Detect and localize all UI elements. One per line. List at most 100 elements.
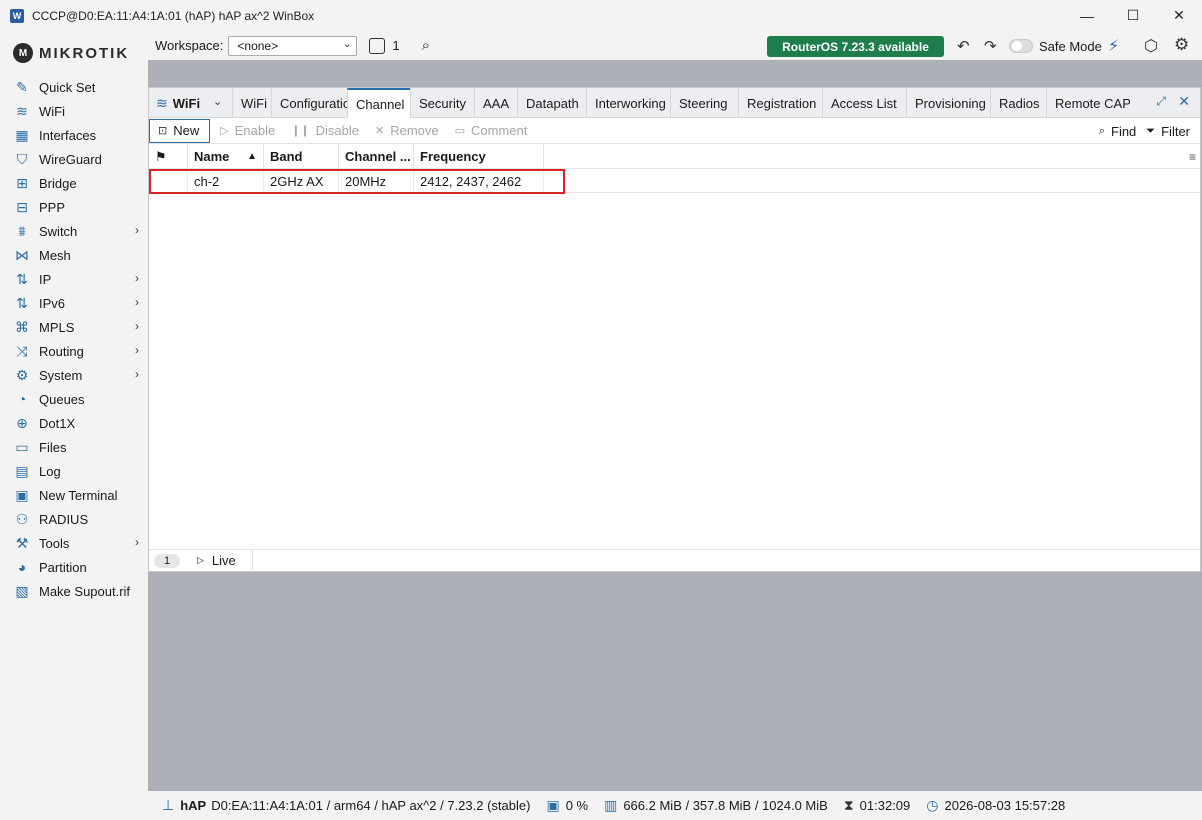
sidebar-item-partition[interactable]: ◕ Partition: [0, 555, 148, 579]
tab-security[interactable]: Security: [410, 88, 474, 118]
flag-column-header[interactable]: ⚑: [149, 144, 188, 169]
sidebar-item-label: Log: [39, 463, 61, 479]
ipv6-icon: ⇅: [16, 294, 28, 311]
sidebar-item-queues[interactable]: ◔ Queues: [0, 387, 148, 411]
search-icon[interactable]: ⌕: [422, 37, 430, 54]
sidebar-item-mpls[interactable]: ⌘ MPLS ›: [0, 315, 148, 339]
tab-access-list[interactable]: Access List: [822, 88, 906, 118]
sidebar-item-interfaces[interactable]: ▦ Interfaces: [0, 123, 148, 147]
sidebar-item-dot1x[interactable]: ⊕ Dot1X: [0, 411, 148, 435]
filter-button[interactable]: ⏷ Filter: [1146, 124, 1190, 139]
tab-remote-cap[interactable]: Remote CAP: [1046, 88, 1130, 118]
sidebar-item-routing[interactable]: ⤨ Routing ›: [0, 339, 148, 363]
table-status-line: 1 ▷ Live: [149, 549, 1200, 572]
workspace-label: Workspace:: [155, 38, 224, 53]
tab-aaa[interactable]: AAA: [474, 88, 517, 118]
row-count-badge: 1: [154, 553, 180, 568]
sidebar-item-wifi[interactable]: ≋ WiFi: [0, 99, 148, 123]
frequency-column-header[interactable]: Frequency: [414, 144, 544, 169]
folder-icon: ▭: [15, 438, 29, 455]
sidebar-item-radius[interactable]: ⚇ RADIUS: [0, 507, 148, 531]
settings-gear-icon[interactable]: ⚙: [1174, 35, 1189, 55]
uptime-info: ⧗ 01:32:09: [843, 797, 911, 813]
pause-icon: ❙❙: [291, 125, 310, 137]
chevron-down-icon: ⌄: [343, 38, 352, 50]
wifi-tabs: WiFiConfigurationChannelSecurityAAADatap…: [232, 88, 1130, 118]
workspace-select[interactable]: <none> ⌄: [228, 35, 358, 56]
tab-dropdown-chevron-icon[interactable]: ⌄: [213, 95, 222, 108]
tab-steering[interactable]: Steering: [670, 88, 738, 118]
new-button[interactable]: ⊡ New: [149, 118, 211, 143]
undo-icon[interactable]: ↶: [957, 37, 970, 55]
sidebar-item-wireguard[interactable]: ⛉ WireGuard: [0, 147, 148, 171]
safe-mode-toggle[interactable]: [1009, 39, 1033, 53]
window-close-icon[interactable]: ✕: [1178, 93, 1190, 110]
memory-icon: ▥: [604, 797, 618, 813]
shield-icon: ⛉: [16, 150, 28, 167]
sidebar-item-new-terminal[interactable]: ▣ New Terminal: [0, 483, 148, 507]
sidebar-item-ip[interactable]: ⇅ IP ›: [0, 267, 148, 291]
comment-icon: ▭: [454, 125, 466, 137]
interfaces-icon: ▦: [15, 126, 29, 143]
enable-button[interactable]: ▷ Enable: [220, 123, 275, 138]
tab-registration[interactable]: Registration: [738, 88, 822, 118]
tab-datapath[interactable]: Datapath: [517, 88, 586, 118]
sidebar-item-make-supout-rif[interactable]: ▧ Make Supout.rif: [0, 579, 148, 603]
sidebar-item-switch[interactable]: ⩩ Switch ›: [0, 219, 148, 243]
package-icon[interactable]: ⬡: [1144, 36, 1158, 56]
mikrotik-logo-icon: M: [13, 43, 33, 63]
find-search-icon: ⌕: [1098, 124, 1105, 137]
sidebar-item-label: IPv6: [39, 295, 66, 311]
column-menu-icon[interactable]: ≡: [1189, 150, 1196, 164]
window-title: CCCP@D0:EA:11:A4:1A:01 (hAP) hAP ax^2 Wi…: [32, 8, 315, 23]
redo-icon[interactable]: ↷: [984, 37, 997, 55]
sidebar-item-label: System: [39, 367, 83, 383]
sidebar-item-log[interactable]: ▤ Log: [0, 459, 148, 483]
hourglass-icon: ⧗: [843, 797, 854, 813]
tab-provisioning[interactable]: Provisioning: [906, 88, 990, 118]
mikrotik-logo: M MIKROTIK: [13, 43, 129, 63]
ip-icon: ⇅: [16, 270, 28, 287]
sidebar-item-bridge[interactable]: ⊞ Bridge: [0, 171, 148, 195]
maximize-icon[interactable]: ☐: [1110, 0, 1156, 31]
sidebar-item-tools[interactable]: ⚒ Tools ›: [0, 531, 148, 555]
gear-icon: ⚙: [15, 366, 29, 383]
tab-configuration[interactable]: Configuration: [271, 88, 347, 118]
sidebar-item-label: Files: [39, 439, 67, 455]
sidebar-item-quick-set[interactable]: ✎ Quick Set: [0, 75, 148, 99]
wand-icon: ✎: [16, 78, 28, 95]
sidebar-item-label: Routing: [39, 343, 84, 359]
top-toolbar: Workspace: <none> ⌄ 1 ⌕ RouterOS 7.23.3 …: [148, 31, 1202, 60]
sidebar-item-system[interactable]: ⚙ System ›: [0, 363, 148, 387]
chevron-right-icon: ›: [135, 535, 139, 549]
tab-channel[interactable]: Channel: [347, 88, 410, 118]
update-available-button[interactable]: RouterOS 7.23.3 available: [767, 36, 944, 57]
channel-column-header[interactable]: Channel ...: [339, 144, 414, 169]
disable-button[interactable]: ❙❙ Disable: [291, 123, 359, 138]
sidebar-item-label: Bridge: [39, 175, 77, 191]
sidebar-item-files[interactable]: ▭ Files: [0, 435, 148, 459]
tab-radios[interactable]: Radios: [990, 88, 1046, 118]
name-column-header[interactable]: Name ▲: [188, 144, 264, 169]
workspace-value: <none>: [237, 38, 279, 53]
remove-button[interactable]: ✕ Remove: [375, 123, 439, 138]
sidebar-item-ppp[interactable]: ⊟ PPP: [0, 195, 148, 219]
band-column-header[interactable]: Band: [264, 144, 339, 169]
chevron-right-icon: ›: [135, 271, 139, 285]
window-maximize-icon[interactable]: ⤢: [1156, 94, 1166, 109]
sidebar-item-ipv6[interactable]: ⇅ IPv6 ›: [0, 291, 148, 315]
new-icon: ⊡: [158, 125, 168, 137]
live-button[interactable]: ▷ Live: [197, 553, 236, 568]
tab-wifi[interactable]: WiFi: [232, 88, 271, 118]
right-actions: ⌕ Find ⏷ Filter: [1099, 118, 1200, 144]
sidebar-item-label: Switch: [39, 223, 78, 239]
tab-interworking[interactable]: Interworking: [586, 88, 670, 118]
close-icon[interactable]: ✕: [1156, 0, 1202, 31]
minimize-icon[interactable]: —: [1064, 0, 1110, 31]
windows-icon[interactable]: [369, 37, 386, 54]
chevron-right-icon: ›: [135, 343, 139, 357]
find-button[interactable]: ⌕ Find: [1099, 124, 1136, 139]
comment-button[interactable]: ▭ Comment: [455, 123, 528, 138]
capsman-icon[interactable]: ⚡: [1108, 36, 1119, 56]
sidebar-item-mesh[interactable]: ⋈ Mesh: [0, 243, 148, 267]
